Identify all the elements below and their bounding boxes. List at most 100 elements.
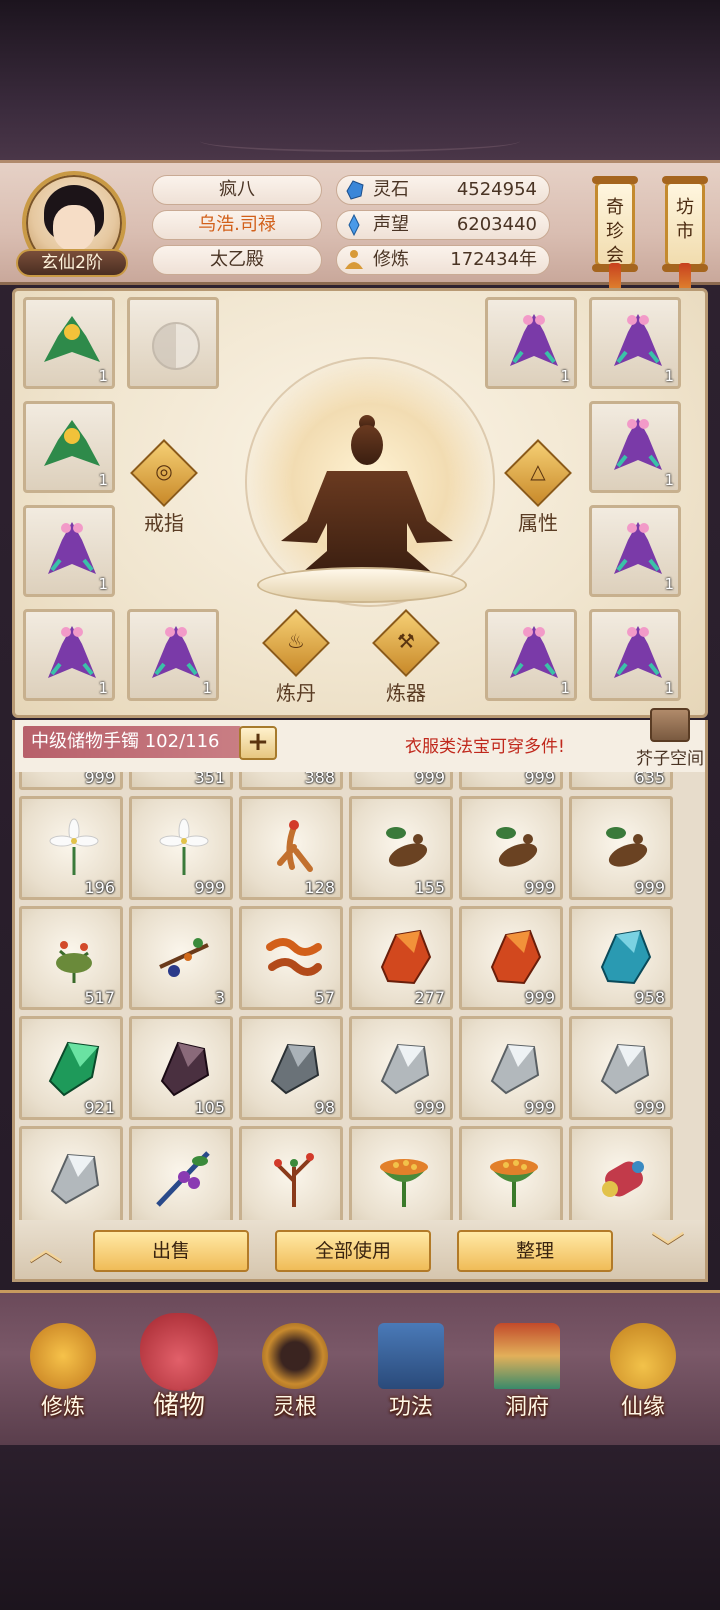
bag-action-bar: ︿ 出售 全部使用 整理 ﹀	[12, 1220, 708, 1282]
bottom-background	[0, 1445, 720, 1610]
market-button[interactable]: 坊市	[662, 176, 708, 272]
alchemy-button[interactable]: ♨	[262, 609, 330, 681]
attribute-label: 属性	[518, 511, 558, 535]
inventory-cell[interactable]	[459, 1126, 563, 1220]
equip-slot[interactable]: 1	[23, 609, 115, 701]
nav-spirit-root[interactable]: 灵根	[240, 1303, 350, 1433]
lotus-pod-icon	[380, 1159, 428, 1207]
equip-slot[interactable]: 1	[589, 609, 681, 701]
scroll-up-button[interactable]: ︿	[23, 1232, 69, 1266]
inventory-cell[interactable]: 3	[129, 906, 233, 1010]
nav-fate[interactable]: 仙缘	[588, 1303, 698, 1433]
equip-slot[interactable]: 1	[23, 401, 115, 493]
inventory-cell-partial[interactable]: 388	[239, 772, 343, 790]
equip-slot[interactable]: 1	[127, 609, 219, 701]
inventory-cell[interactable]: 999	[349, 1016, 453, 1120]
item-count: 999	[84, 772, 115, 787]
stat-cultivation: 修炼 172434年	[336, 245, 550, 275]
silver-ore-icon	[380, 1043, 430, 1095]
inventory-cell[interactable]: 196	[19, 796, 123, 900]
storage-bag-icon	[140, 1313, 218, 1391]
use-all-button[interactable]: 全部使用	[275, 1230, 431, 1272]
inventory-cell-partial[interactable]: 999	[349, 772, 453, 790]
inventory-cell[interactable]: 155	[349, 796, 453, 900]
player-sect[interactable]: 太乙殿	[152, 245, 322, 275]
inventory-cell-partial[interactable]: 635	[569, 772, 673, 790]
top-background	[0, 0, 720, 160]
inventory-cell[interactable]	[349, 1126, 453, 1220]
inventory-cell[interactable]: 277	[349, 906, 453, 1010]
equip-slot-empty[interactable]	[127, 297, 219, 389]
sort-button[interactable]: 整理	[457, 1230, 613, 1272]
stat-spirit-stone: 灵石 4524954	[336, 175, 550, 205]
scroll-down-button[interactable]: ﹀	[645, 1232, 691, 1266]
inventory-cell[interactable]: 128	[239, 796, 343, 900]
item-count: 277	[414, 988, 445, 1007]
mustard-space-button[interactable]: 芥子空间	[635, 708, 705, 769]
red-ore-icon	[490, 929, 542, 985]
root-icon	[386, 827, 428, 867]
player-title[interactable]: 乌浩.司禄	[152, 210, 322, 240]
inventory-cell-partial[interactable]: 351	[129, 772, 233, 790]
silver-ore-icon	[50, 1153, 100, 1205]
ring-label: 戒指	[144, 511, 184, 535]
nav-technique[interactable]: 功法	[356, 1303, 466, 1433]
nav-cultivate[interactable]: 修炼	[8, 1303, 118, 1433]
attribute-button[interactable]: △	[504, 439, 572, 511]
inventory-cell[interactable]	[19, 1126, 123, 1220]
inventory-grid[interactable]: 999 351 388 999 999 635 196 999 128 155 999 999 517 3…	[12, 772, 708, 1220]
ring-button[interactable]: ◎	[130, 439, 198, 511]
red-ore-icon	[380, 929, 432, 985]
item-count: 351	[194, 772, 225, 787]
meditation-icon	[345, 250, 363, 269]
cauldron-icon: ♨	[287, 629, 305, 653]
inventory-cell[interactable]: 958	[569, 906, 673, 1010]
inventory-cell[interactable]: 999	[459, 796, 563, 900]
sell-button[interactable]: 出售	[93, 1230, 249, 1272]
nav-cave[interactable]: 洞府	[472, 1303, 582, 1433]
inventory-cell[interactable]	[569, 1126, 673, 1220]
expand-bag-button[interactable]: +	[239, 726, 277, 760]
inventory-cell[interactable]	[239, 1126, 343, 1220]
rare-auction-button[interactable]: 奇珍会	[592, 176, 638, 272]
reputation-icon	[348, 214, 360, 236]
grape-branch-icon	[156, 1151, 210, 1207]
spirit-root-icon	[262, 1323, 328, 1389]
inventory-cell[interactable]: 999	[459, 1016, 563, 1120]
inventory-cell[interactable]: 105	[129, 1016, 233, 1120]
inventory-cell[interactable]: 57	[239, 906, 343, 1010]
inventory-cell[interactable]: 999	[569, 1016, 673, 1120]
inventory-cell-partial[interactable]: 999	[459, 772, 563, 790]
inventory-cell-partial[interactable]: 999	[19, 772, 123, 790]
bag-header: 中级储物手镯 102/116 + 衣服类法宝可穿多件! 芥子空间	[12, 708, 708, 772]
blue-ore-icon	[600, 929, 652, 985]
inventory-cell[interactable]: 98	[239, 1016, 343, 1120]
rank-badge: 玄仙2阶	[16, 249, 128, 277]
inventory-cell[interactable]: 999	[129, 796, 233, 900]
item-count: 635	[634, 772, 665, 787]
equip-slot[interactable]: 1	[589, 401, 681, 493]
inventory-cell[interactable]: 999	[459, 906, 563, 1010]
equip-slot[interactable]: 1	[485, 609, 577, 701]
equip-slot[interactable]: 1	[589, 505, 681, 597]
nav-storage[interactable]: 储物	[124, 1303, 234, 1433]
item-count: 999	[634, 1098, 665, 1117]
item-count: 999	[414, 1098, 445, 1117]
inventory-cell[interactable]: 921	[19, 1016, 123, 1120]
yinyang-icon	[152, 322, 200, 370]
scroll-gourd-icon	[602, 1161, 644, 1197]
item-count: 999	[634, 878, 665, 897]
inventory-cell[interactable]: 517	[19, 906, 123, 1010]
cave-house-icon	[494, 1323, 560, 1389]
forge-button[interactable]: ⚒	[372, 609, 440, 681]
equip-slot[interactable]: 1	[23, 505, 115, 597]
item-count: 921	[84, 1098, 115, 1117]
equip-slot[interactable]: 1	[23, 297, 115, 389]
inventory-cell[interactable]: 999	[569, 796, 673, 900]
item-count: 155	[414, 878, 445, 897]
cultivate-icon	[30, 1323, 96, 1389]
item-count: 999	[414, 772, 445, 787]
equip-slot[interactable]: 1	[589, 297, 681, 389]
equip-slot[interactable]: 1	[485, 297, 577, 389]
inventory-cell[interactable]	[129, 1126, 233, 1220]
